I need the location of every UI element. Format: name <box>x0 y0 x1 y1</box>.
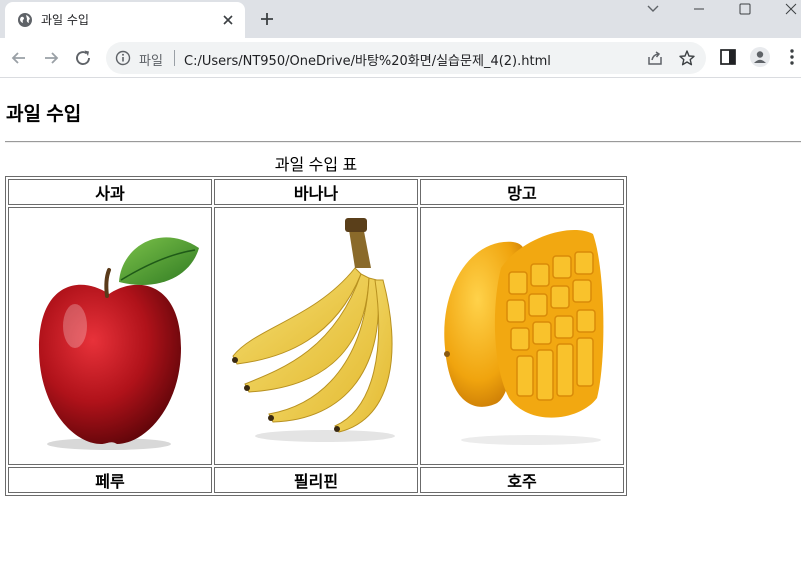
fruit-import-table: 과일 수입 표 사과 바나나 망고 페루 필리핀 호주 <box>5 151 627 496</box>
side-panel-icon[interactable] <box>718 47 738 67</box>
reload-icon[interactable] <box>72 47 94 69</box>
profile-avatar-icon[interactable] <box>750 47 770 67</box>
bookmark-star-icon[interactable] <box>678 49 696 67</box>
tab-search-chevron-icon[interactable] <box>644 2 662 16</box>
mango-image <box>444 229 604 445</box>
header-mango: 망고 <box>420 179 624 205</box>
origin-philippines: 필리핀 <box>214 467 418 493</box>
window-close-icon[interactable] <box>768 0 801 20</box>
mango-cell <box>420 207 624 465</box>
table-caption: 과일 수입 표 <box>274 157 358 174</box>
apple-image <box>39 237 199 450</box>
globe-icon <box>18 13 32 27</box>
maximize-icon[interactable] <box>722 0 768 20</box>
forward-arrow-icon[interactable] <box>40 47 62 69</box>
active-tab[interactable]: 과일 수입 <box>5 2 245 38</box>
scheme-label: 파일 <box>139 54 163 69</box>
address-bar[interactable]: 파일 C:/Users/NT950/OneDrive/바탕%20화면/실습문제_… <box>106 42 706 74</box>
back-arrow-icon[interactable] <box>8 47 30 69</box>
close-tab-icon[interactable] <box>221 13 235 27</box>
origin-peru: 페루 <box>8 467 212 493</box>
image-row <box>8 207 624 465</box>
page-title: 과일 수입 <box>6 104 82 125</box>
tab-title: 과일 수입 <box>41 13 89 27</box>
minimize-icon[interactable] <box>676 0 722 20</box>
origin-row: 페루 필리핀 호주 <box>8 467 624 493</box>
horizontal-rule <box>5 141 801 143</box>
info-icon[interactable] <box>115 50 131 66</box>
banana-image <box>232 218 395 442</box>
browser-toolbar: 파일 C:/Users/NT950/OneDrive/바탕%20화면/실습문제_… <box>0 38 801 78</box>
banana-cell <box>214 207 418 465</box>
scheme-divider <box>174 50 175 66</box>
share-icon[interactable] <box>646 49 664 67</box>
new-tab-icon[interactable] <box>258 10 276 28</box>
more-menu-icon[interactable] <box>782 47 801 67</box>
tab-strip: 과일 수입 <box>0 0 801 38</box>
page-content: 과일 수입 과일 수입 표 사과 바나나 망고 페루 필리핀 호주 <box>0 79 801 576</box>
header-banana: 바나나 <box>214 179 418 205</box>
origin-australia: 호주 <box>420 467 624 493</box>
header-row: 사과 바나나 망고 <box>8 179 624 205</box>
header-apple: 사과 <box>8 179 212 205</box>
url-text[interactable]: C:/Users/NT950/OneDrive/바탕%20화면/실습문제_4(2… <box>184 50 551 69</box>
apple-cell <box>8 207 212 465</box>
